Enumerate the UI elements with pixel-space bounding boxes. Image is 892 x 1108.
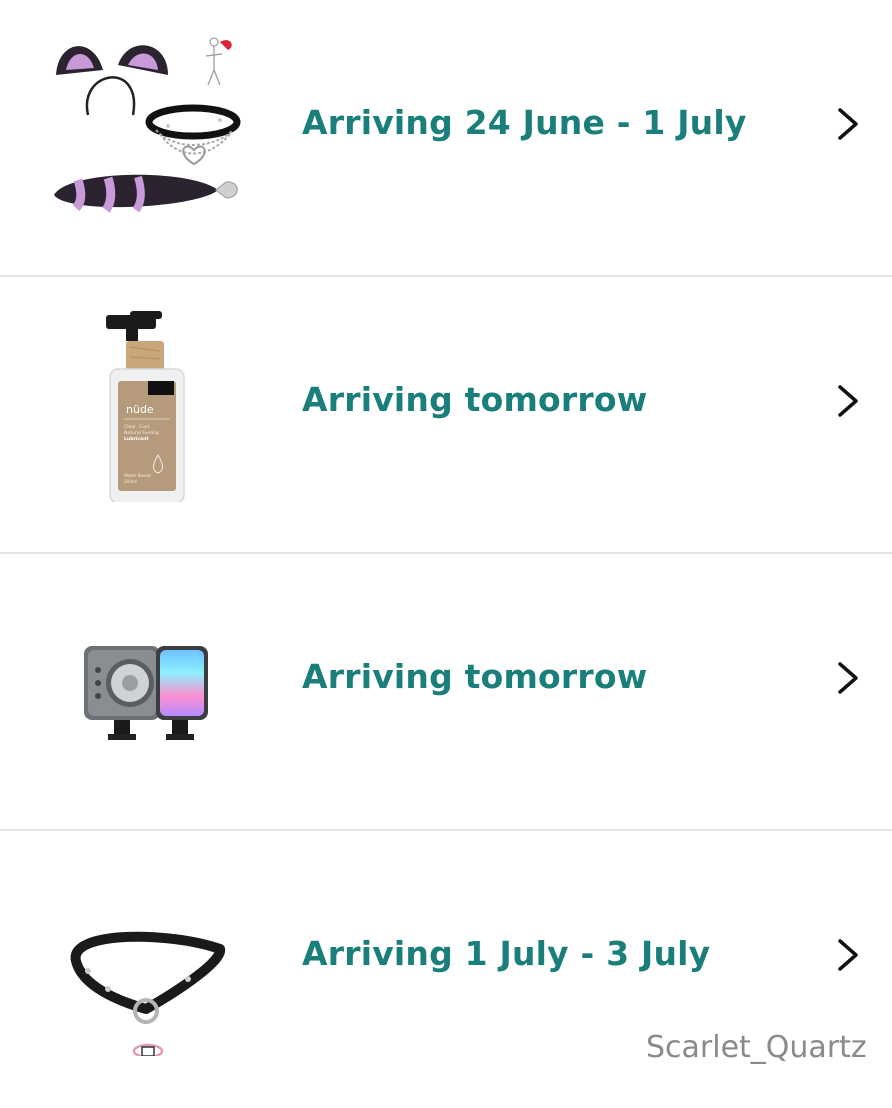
watermark-text: Scarlet_Quartz — [646, 1030, 867, 1065]
order-row[interactable]: nüde Clear, Cool, Natural Feeling Lubric… — [0, 277, 892, 554]
chevron-right-icon[interactable] — [830, 104, 866, 144]
chevron-right-icon[interactable] — [830, 935, 866, 975]
bottle-brand: nüde — [126, 403, 154, 416]
o-ring-strap-picture — [70, 931, 225, 1056]
led-light-picture — [84, 646, 208, 740]
bottle-line-2: Natural Feeling — [124, 430, 159, 436]
product-image-led-light[interactable] — [48, 584, 243, 779]
delivery-status: Arriving 1 July - 3 July — [302, 934, 711, 973]
delivery-status: Arriving tomorrow — [302, 380, 648, 419]
delivery-status: Arriving 24 June - 1 July — [302, 103, 747, 142]
bottle-line-5: 200ml — [124, 479, 137, 484]
product-image-cat-ears-set[interactable] — [48, 30, 243, 225]
chevron-right-icon[interactable] — [830, 658, 866, 698]
lubricant-bottle-picture: nüde Clear, Cool, Natural Feeling Lubric… — [106, 311, 185, 502]
bottle-line-1: Clear, Cool, — [124, 424, 151, 430]
product-image-o-ring-strap[interactable] — [48, 861, 243, 1056]
product-image-lubricant[interactable]: nüde Clear, Cool, Natural Feeling Lubric… — [48, 307, 243, 502]
order-row[interactable]: Arriving 1 July - 3 July — [0, 831, 892, 1108]
order-row[interactable]: Arriving tomorrow — [0, 554, 892, 831]
chevron-right-icon[interactable] — [830, 381, 866, 421]
delivery-status: Arriving tomorrow — [302, 657, 648, 696]
cat-ears-set-picture — [54, 37, 241, 213]
order-list: Arriving 24 June - 1 July nüde Clear, Co… — [0, 0, 892, 1108]
bottle-line-4: Water Based — [124, 473, 151, 478]
order-row[interactable]: Arriving 24 June - 1 July — [0, 0, 892, 277]
bottle-line-3: Lubricant — [124, 436, 149, 442]
